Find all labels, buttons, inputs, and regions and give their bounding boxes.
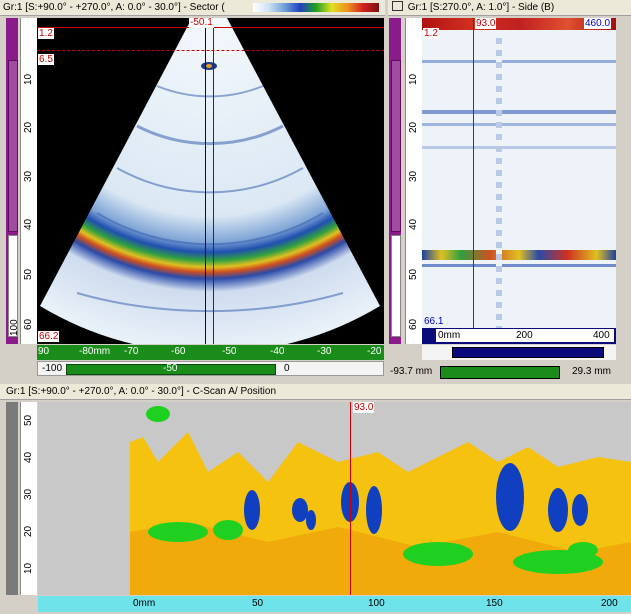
sector-bt-4: -50 xyxy=(222,346,237,357)
sector-gate-dashed xyxy=(37,50,384,51)
side-cursor-value: 93.0 xyxy=(475,18,497,29)
cscan-title: Gr:1 [S:+90.0° - +270.0°, A: 0.0° - 30.0… xyxy=(6,386,277,397)
side-range-left: -93.7 mm xyxy=(390,366,433,377)
sector-depth-ruler: 10 20 30 40 50 60 100 xyxy=(9,18,37,344)
side-band-5 xyxy=(422,250,616,260)
cscan-left-gray-strip xyxy=(6,402,18,595)
sector-scroll-right: 0 xyxy=(284,363,290,374)
cscan-gray-patch xyxy=(38,452,130,595)
cscan-cursor-value: 93.0 xyxy=(353,402,375,413)
sector-tick-60: 60 xyxy=(23,318,34,330)
side-panel: Gr:1 [S:270.0°, A: 1.0°] - Side (B) 10 2… xyxy=(388,0,631,380)
sector-panel: Gr:1 [S:+90.0° - +270.0°, A: 0.0° - 30.0… xyxy=(0,0,385,380)
sector-bottom-ruler[interactable]: 90 -80mm -70 -60 -50 -40 -30 -20 xyxy=(37,345,384,360)
side-bt-0: 0mm xyxy=(438,330,461,341)
side-image[interactable]: 93.0 460.0 1.2 66.1 xyxy=(422,18,616,328)
cscan-tick-20: 20 xyxy=(23,525,34,537)
sector-bt-3: -60 xyxy=(171,346,186,357)
sector-bt-1: -80mm xyxy=(79,346,111,357)
sector-bt-6: -30 xyxy=(317,346,332,357)
side-cursor[interactable] xyxy=(473,18,474,328)
cscan-bt-0: 0mm xyxy=(133,598,156,609)
cscan-title-bar[interactable]: Gr:1 [S:+90.0° - +270.0°, A: 0.0° - 30.0… xyxy=(0,384,631,400)
sector-tick-30: 30 xyxy=(23,170,34,182)
cscan-bt-4: 200 xyxy=(601,598,618,609)
side-depth-bottom: 66.1 xyxy=(424,316,444,327)
sector-angle-top-label: -50.1 xyxy=(189,18,214,28)
side-bt-2: 400 xyxy=(593,330,610,341)
side-ruler-inner: 0mm 200 400 xyxy=(436,329,614,342)
sector-bt-2: -70 xyxy=(124,346,139,357)
side-left-strip-inner xyxy=(391,60,401,232)
sector-scroll-left: -100 xyxy=(42,363,63,374)
cscan-image[interactable]: 93.0 xyxy=(38,402,631,595)
sector-scroll-area: -100 -50 0 xyxy=(37,361,384,376)
side-right-value: 460.0 xyxy=(584,18,612,29)
sector-title-bar[interactable]: Gr:1 [S:+90.0° - +270.0°, A: 0.0° - 30.0… xyxy=(0,0,385,16)
sector-tick-100: 100 xyxy=(9,319,20,336)
side-band-2 xyxy=(422,110,616,114)
sector-tick-40: 40 xyxy=(23,218,34,230)
side-scroll-thumb[interactable] xyxy=(452,347,604,358)
side-depth-top: 1.2 xyxy=(423,28,439,39)
side-band-3 xyxy=(422,123,616,126)
side-tick-40: 40 xyxy=(408,218,419,230)
color-palette-bar xyxy=(253,3,379,12)
side-tick-20: 20 xyxy=(408,121,419,133)
side-band-4 xyxy=(422,146,616,149)
side-indication-col xyxy=(496,38,502,328)
side-tick-50: 50 xyxy=(408,268,419,280)
sector-cursor-blue[interactable] xyxy=(213,18,214,344)
side-scroll-area xyxy=(422,345,616,360)
side-bottom-ruler[interactable]: 0mm 200 400 xyxy=(422,328,616,344)
side-range-right: 29.3 mm xyxy=(572,366,611,377)
cscan-bt-3: 150 xyxy=(486,598,503,609)
side-band-1 xyxy=(422,60,616,63)
sector-cursor-black[interactable] xyxy=(205,18,206,344)
cscan-tick-30: 30 xyxy=(23,488,34,500)
sector-bt-0: 90 xyxy=(38,346,50,357)
side-bt-1: 200 xyxy=(516,330,533,341)
sector-scroll-mid: -50 xyxy=(163,363,178,374)
cscan-cursor[interactable] xyxy=(350,402,351,595)
sector-bt-7: -20 xyxy=(367,346,382,357)
cscan-bt-1: 50 xyxy=(252,598,264,609)
cscan-index-ruler: 10 20 30 40 50 xyxy=(20,402,37,595)
cscan-tick-10: 10 xyxy=(23,562,34,574)
side-tick-30: 30 xyxy=(408,170,419,182)
sector-tick-10: 10 xyxy=(23,73,34,85)
side-tick-60: 60 xyxy=(408,318,419,330)
sector-depth-top-label: 1.2 xyxy=(38,28,54,39)
sector-bt-5: -40 xyxy=(270,346,285,357)
side-band-6 xyxy=(422,264,616,267)
cscan-map-svg xyxy=(38,406,631,595)
sector-image[interactable]: 1.2 6.5 66.2 -50.1 xyxy=(37,18,384,344)
sector-fan-svg xyxy=(40,18,380,344)
side-title: Gr:1 [S:270.0°, A: 1.0°] - Side (B) xyxy=(407,2,555,13)
sector-left-strip-inner xyxy=(8,60,18,232)
sector-depth-bottom-label: 66.2 xyxy=(38,331,60,342)
side-range-slider[interactable] xyxy=(440,366,560,379)
cscan-tick-40: 40 xyxy=(23,451,34,463)
cscan-bottom-ruler[interactable]: 0mm 50 100 150 200 xyxy=(38,596,631,612)
sector-tick-50: 50 xyxy=(23,268,34,280)
side-depth-ruler: 10 20 30 40 50 60 xyxy=(405,18,422,344)
sector-tick-20: 20 xyxy=(23,121,34,133)
cscan-bt-2: 100 xyxy=(368,598,385,609)
window-icon xyxy=(392,1,403,11)
cscan-panel: Gr:1 [S:+90.0° - +270.0°, A: 0.0° - 30.0… xyxy=(0,384,631,614)
cscan-tick-50: 50 xyxy=(23,414,34,426)
sector-title: Gr:1 [S:+90.0° - +270.0°, A: 0.0° - 30.0… xyxy=(3,2,225,13)
sector-depth-gate-label: 6.5 xyxy=(38,54,54,65)
side-title-bar[interactable]: Gr:1 [S:270.0°, A: 1.0°] - Side (B) xyxy=(388,0,631,16)
side-tick-10: 10 xyxy=(408,73,419,85)
side-left-strip-lower xyxy=(391,235,401,337)
